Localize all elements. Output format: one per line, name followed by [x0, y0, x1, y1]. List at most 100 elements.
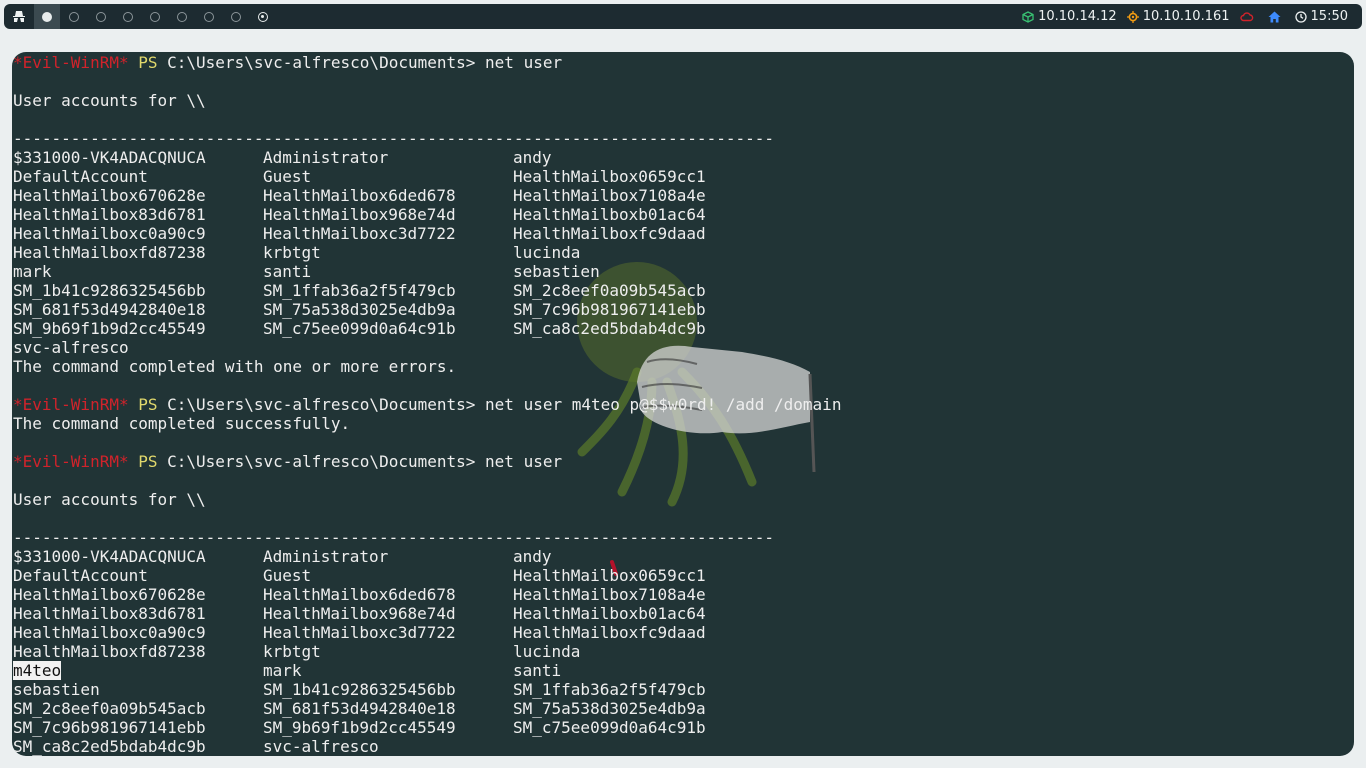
command-text: net user	[485, 452, 563, 471]
user-account-cell: HealthMailbox6ded678	[263, 186, 513, 205]
user-account-name: mark	[263, 661, 302, 680]
user-account-cell: $331000-VK4ADACQNUCA	[13, 148, 263, 167]
user-account-name: SM_7c96b981967141ebb	[513, 300, 706, 319]
user-account-cell: HealthMailbox7108a4e	[513, 585, 706, 604]
workspace-2-button[interactable]	[60, 4, 87, 29]
prompt-ps: PS	[138, 395, 158, 414]
workspace-8-button[interactable]	[222, 4, 249, 29]
user-account-row: HealthMailboxc0a90c9 HealthMailboxc3d7722…	[13, 623, 841, 642]
user-account-name: Guest	[263, 566, 312, 585]
user-account-name: HealthMailbox968e74d	[263, 205, 456, 224]
workspace-4-button[interactable]	[114, 4, 141, 29]
user-account-name: HealthMailbox6ded678	[263, 585, 456, 604]
user-account-row: $331000-VK4ADACQNUCA Administrator andy	[13, 547, 841, 566]
output-text: ----------------------------------------…	[13, 528, 774, 547]
user-account-name: mark	[13, 262, 52, 281]
user-account-cell: HealthMailbox968e74d	[263, 205, 513, 224]
workspace-dot-icon	[176, 11, 187, 22]
user-account-name: andy	[513, 547, 552, 566]
user-account-name: HealthMailboxc0a90c9	[13, 623, 206, 642]
user-account-name: DefaultAccount	[13, 167, 148, 186]
workspace-9-button[interactable]	[249, 4, 276, 29]
user-account-cell: santi	[513, 661, 561, 680]
user-account-name: HealthMailboxc3d7722	[263, 623, 456, 642]
workspace-5-button[interactable]	[141, 4, 168, 29]
user-account-cell: HealthMailboxb01ac64	[513, 205, 706, 224]
user-account-cell: HealthMailbox670628e	[13, 585, 263, 604]
workspace-dot-icon	[122, 11, 133, 22]
user-account-name: $331000-VK4ADACQNUCA	[13, 547, 206, 566]
user-account-name: SM_ca8c2ed5bdab4dc9b	[13, 737, 206, 756]
workspace-dot-icon	[230, 11, 241, 22]
user-account-name: krbtgt	[263, 642, 321, 661]
user-account-name: SM_1b41c9286325456bb	[263, 680, 456, 699]
prompt-line: *Evil-WinRM* PS C:\Users\svc-alfresco\Do…	[13, 452, 841, 471]
user-account-row: SM_681f53d4942840e18 SM_75a538d3025e4db9a…	[13, 300, 841, 319]
user-account-cell: HealthMailbox7108a4e	[513, 186, 706, 205]
user-account-cell: Guest	[263, 167, 513, 186]
user-account-name: SM_1ffab36a2f5f479cb	[263, 281, 456, 300]
user-account-cell: SM_2c8eef0a09b545acb	[513, 281, 706, 300]
user-account-row: SM_7c96b981967141ebb SM_9b69f1b9d2cc45549…	[13, 718, 841, 737]
user-account-name: SM_681f53d4942840e18	[263, 699, 456, 718]
workspace-dot-icon	[257, 11, 268, 22]
terminal-output: *Evil-WinRM* PS C:\Users\svc-alfresco\Do…	[13, 53, 841, 756]
user-account-row: DefaultAccount Guest HealthMailbox0659cc1	[13, 566, 841, 585]
user-account-cell: SM_1b41c9286325456bb	[13, 281, 263, 300]
workspace-1-button[interactable]	[34, 4, 60, 29]
terminal-window[interactable]: *Evil-WinRM* PS C:\Users\svc-alfresco\Do…	[12, 52, 1354, 756]
user-account-cell: Guest	[263, 566, 513, 585]
user-account-cell: HealthMailbox968e74d	[263, 604, 513, 623]
output-line: User accounts for \\	[13, 91, 841, 110]
user-account-cell: sebastien	[513, 262, 600, 281]
user-account-cell: krbtgt	[263, 642, 513, 661]
user-account-cell: SM_1ffab36a2f5f479cb	[263, 281, 513, 300]
prompt-ps: PS	[138, 53, 158, 72]
user-account-name: SM_1b41c9286325456bb	[13, 281, 206, 300]
output-text: The command completed successfully.	[13, 414, 351, 433]
user-account-cell: andy	[513, 547, 552, 566]
workspace-3-button[interactable]	[87, 4, 114, 29]
ghost-logo-icon[interactable]	[4, 4, 34, 29]
home-button[interactable]	[1268, 11, 1285, 23]
user-account-name: Administrator	[263, 148, 389, 167]
user-account-name: SM_c75ee099d0a64c91b	[513, 718, 706, 737]
prompt-path: C:\Users\svc-alfresco\Documents>	[167, 452, 476, 471]
target-ip-text: 10.10.10.161	[1142, 9, 1230, 24]
user-account-name: lucinda	[513, 243, 581, 262]
user-account-cell: SM_9b69f1b9d2cc45549	[263, 718, 513, 737]
output-text: User accounts for \\	[13, 490, 206, 509]
user-account-name: HealthMailbox670628e	[13, 585, 206, 604]
user-account-name: santi	[513, 661, 562, 680]
user-account-cell: santi	[263, 262, 513, 281]
user-account-cell: krbtgt	[263, 243, 513, 262]
user-account-row: SM_9b69f1b9d2cc45549 SM_c75ee099d0a64c91b…	[13, 319, 841, 338]
user-account-name: SM_9b69f1b9d2cc45549	[263, 718, 456, 737]
output-line: User accounts for \\	[13, 490, 841, 509]
user-account-cell: SM_1ffab36a2f5f479cb	[513, 680, 706, 699]
output-line: ----------------------------------------…	[13, 129, 841, 148]
workspace-7-button[interactable]	[195, 4, 222, 29]
user-account-cell: svc-alfresco	[13, 338, 263, 357]
user-account-name: HealthMailbox83d6781	[13, 604, 206, 623]
output-text: ----------------------------------------…	[13, 129, 774, 148]
output-line: The command completed successfully.	[13, 414, 841, 433]
user-account-row: m4teo mark santi	[13, 661, 841, 680]
user-account-cell: SM_7c96b981967141ebb	[13, 718, 263, 737]
user-account-cell: m4teo	[13, 661, 263, 680]
user-account-name: HealthMailboxfc9daad	[513, 623, 706, 642]
user-account-cell: HealthMailboxc3d7722	[263, 224, 513, 243]
user-account-cell: DefaultAccount	[13, 566, 263, 585]
user-account-cell: Administrator	[263, 547, 513, 566]
user-account-cell: HealthMailbox0659cc1	[513, 566, 706, 585]
user-account-row: svc-alfresco	[13, 338, 841, 357]
user-account-cell: Administrator	[263, 148, 513, 167]
user-account-cell: HealthMailbox83d6781	[13, 205, 263, 224]
user-account-cell: SM_ca8c2ed5bdab4dc9b	[13, 737, 263, 756]
output-line: The command completed with one or more e…	[13, 357, 841, 376]
user-account-name: HealthMailbox6ded678	[263, 186, 456, 205]
workspace-6-button[interactable]	[168, 4, 195, 29]
user-account-row: HealthMailboxc0a90c9 HealthMailboxc3d7722…	[13, 224, 841, 243]
user-account-name: SM_7c96b981967141ebb	[13, 718, 206, 737]
prompt-path: C:\Users\svc-alfresco\Documents>	[167, 395, 476, 414]
